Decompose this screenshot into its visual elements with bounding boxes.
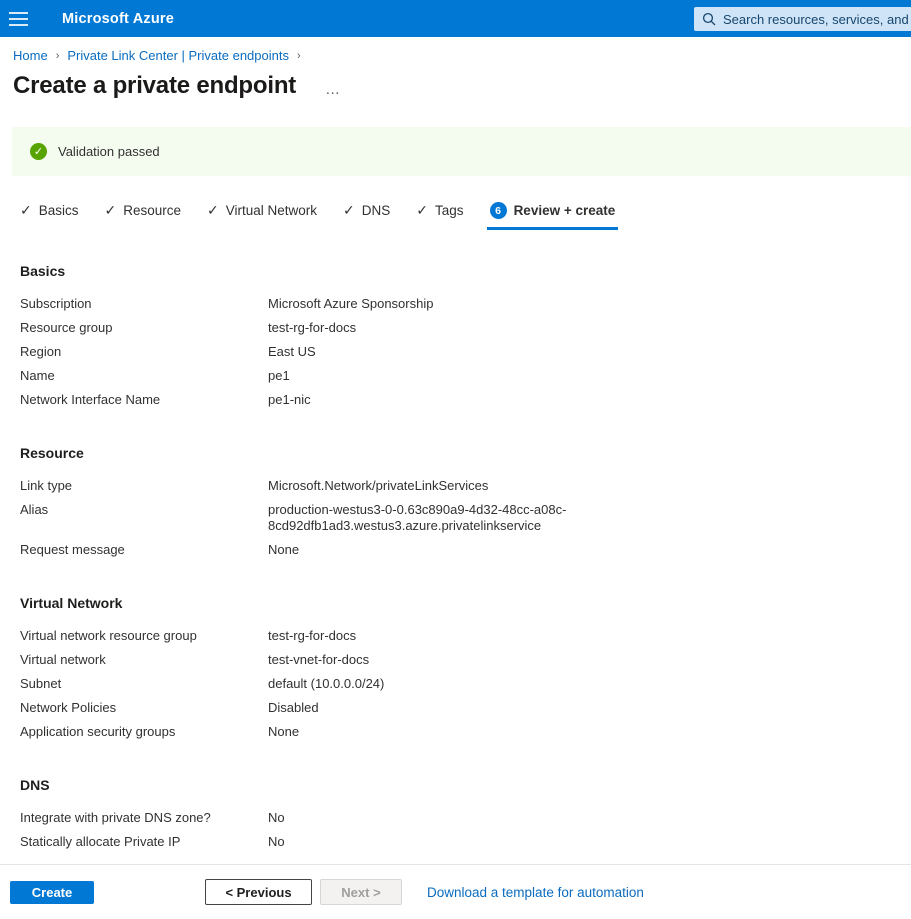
create-button[interactable]: Create	[10, 881, 94, 904]
row-label: Subscription	[20, 296, 268, 312]
tab-label: Basics	[39, 203, 79, 218]
row-value: test-rg-for-docs	[268, 320, 356, 336]
row-value: East US	[268, 344, 316, 360]
section-virtual-network: Virtual Network Virtual network resource…	[20, 595, 911, 740]
next-button[interactable]: Next >	[320, 879, 402, 905]
row-label: Virtual network resource group	[20, 628, 268, 644]
section-basics: Basics Subscription Microsoft Azure Spon…	[20, 263, 911, 408]
section-dns: DNS Integrate with private DNS zone? No …	[20, 777, 911, 850]
breadcrumb: Home › Private Link Center | Private end…	[13, 48, 911, 63]
tab-label: Virtual Network	[226, 203, 317, 218]
tab-tags[interactable]: ✓ Tags	[416, 202, 463, 230]
app-title[interactable]: Microsoft Azure	[62, 11, 174, 27]
more-options-icon[interactable]: …	[325, 76, 341, 97]
section-heading: Resource	[20, 445, 911, 461]
row-label: Network Interface Name	[20, 392, 268, 408]
chevron-right-icon: ›	[56, 50, 60, 62]
checkmark-icon: ✓	[105, 202, 117, 219]
tab-label: Tags	[435, 203, 464, 218]
tab-label: DNS	[362, 203, 391, 218]
row-label: Statically allocate Private IP	[20, 834, 268, 850]
row-value: test-rg-for-docs	[268, 628, 356, 644]
row-value: None	[268, 724, 299, 740]
summary-row: Network Interface Name pe1-nic	[20, 392, 911, 408]
checkmark-icon: ✓	[416, 202, 428, 219]
breadcrumb-private-link-center[interactable]: Private Link Center | Private endpoints	[67, 48, 289, 63]
summary-row: Integrate with private DNS zone? No	[20, 810, 911, 826]
hamburger-menu-icon[interactable]	[9, 0, 41, 37]
summary-row: Statically allocate Private IP No	[20, 834, 911, 850]
checkmark-icon: ✓	[207, 202, 219, 219]
row-value: production-westus3-0-0.63c890a9-4d32-48c…	[268, 502, 573, 534]
download-template-link[interactable]: Download a template for automation	[427, 885, 644, 900]
tab-dns[interactable]: ✓ DNS	[343, 202, 390, 230]
row-label: Resource group	[20, 320, 268, 336]
top-bar: Microsoft Azure	[0, 0, 911, 37]
wizard-tabs: ✓ Basics ✓ Resource ✓ Virtual Network ✓ …	[20, 202, 911, 230]
row-label: Subnet	[20, 676, 268, 692]
row-label: Virtual network	[20, 652, 268, 668]
chevron-right-icon: ›	[297, 50, 301, 62]
success-check-icon: ✓	[30, 143, 47, 160]
summary-row: Name pe1	[20, 368, 911, 384]
summary-row: Region East US	[20, 344, 911, 360]
section-resource: Resource Link type Microsoft.Network/pri…	[20, 445, 911, 558]
section-heading: Virtual Network	[20, 595, 911, 611]
row-value: pe1-nic	[268, 392, 311, 408]
summary-row: Application security groups None	[20, 724, 911, 740]
row-value: Disabled	[268, 700, 319, 716]
row-label: Request message	[20, 542, 268, 558]
summary-row: Network Policies Disabled	[20, 700, 911, 716]
row-value: test-vnet-for-docs	[268, 652, 369, 668]
section-heading: DNS	[20, 777, 911, 793]
validation-message: Validation passed	[58, 144, 160, 159]
summary-row: Virtual network test-vnet-for-docs	[20, 652, 911, 668]
row-label: Name	[20, 368, 268, 384]
tab-label: Resource	[123, 203, 181, 218]
checkmark-icon: ✓	[343, 202, 355, 219]
row-value: No	[268, 810, 285, 826]
row-value: No	[268, 834, 285, 850]
breadcrumb-home[interactable]: Home	[13, 48, 48, 63]
tab-review-create[interactable]: 6 Review + create	[490, 202, 616, 230]
search-icon	[702, 12, 716, 26]
page-title: Create a private endpoint	[13, 72, 296, 100]
search-input[interactable]	[723, 12, 908, 27]
row-value: default (10.0.0.0/24)	[268, 676, 384, 692]
row-value: pe1	[268, 368, 290, 384]
row-label: Network Policies	[20, 700, 268, 716]
summary-row: Subnet default (10.0.0.0/24)	[20, 676, 911, 692]
tab-basics[interactable]: ✓ Basics	[20, 202, 79, 230]
summary-row: Resource group test-rg-for-docs	[20, 320, 911, 336]
summary-row: Link type Microsoft.Network/privateLinkS…	[20, 478, 911, 494]
section-heading: Basics	[20, 263, 911, 279]
row-label: Region	[20, 344, 268, 360]
row-label: Integrate with private DNS zone?	[20, 810, 268, 826]
tab-resource[interactable]: ✓ Resource	[105, 202, 182, 230]
summary-row: Alias production-westus3-0-0.63c890a9-4d…	[20, 502, 911, 534]
validation-banner: ✓ Validation passed	[12, 127, 911, 176]
row-value: Microsoft Azure Sponsorship	[268, 296, 433, 312]
tab-virtual-network[interactable]: ✓ Virtual Network	[207, 202, 317, 230]
step-number-badge: 6	[490, 202, 507, 219]
row-value: Microsoft.Network/privateLinkServices	[268, 478, 488, 494]
tab-label: Review + create	[514, 203, 616, 218]
summary-row: Virtual network resource group test-rg-f…	[20, 628, 911, 644]
summary-row: Subscription Microsoft Azure Sponsorship	[20, 296, 911, 312]
wizard-footer: Create < Previous Next > Download a temp…	[0, 864, 911, 919]
row-value: None	[268, 542, 299, 558]
row-label: Link type	[20, 478, 268, 494]
global-search[interactable]	[694, 7, 911, 31]
previous-button[interactable]: < Previous	[205, 879, 312, 905]
summary-row: Request message None	[20, 542, 911, 558]
row-label: Alias	[20, 502, 268, 534]
row-label: Application security groups	[20, 724, 268, 740]
checkmark-icon: ✓	[20, 202, 32, 219]
review-summary: Basics Subscription Microsoft Azure Spon…	[0, 263, 911, 850]
